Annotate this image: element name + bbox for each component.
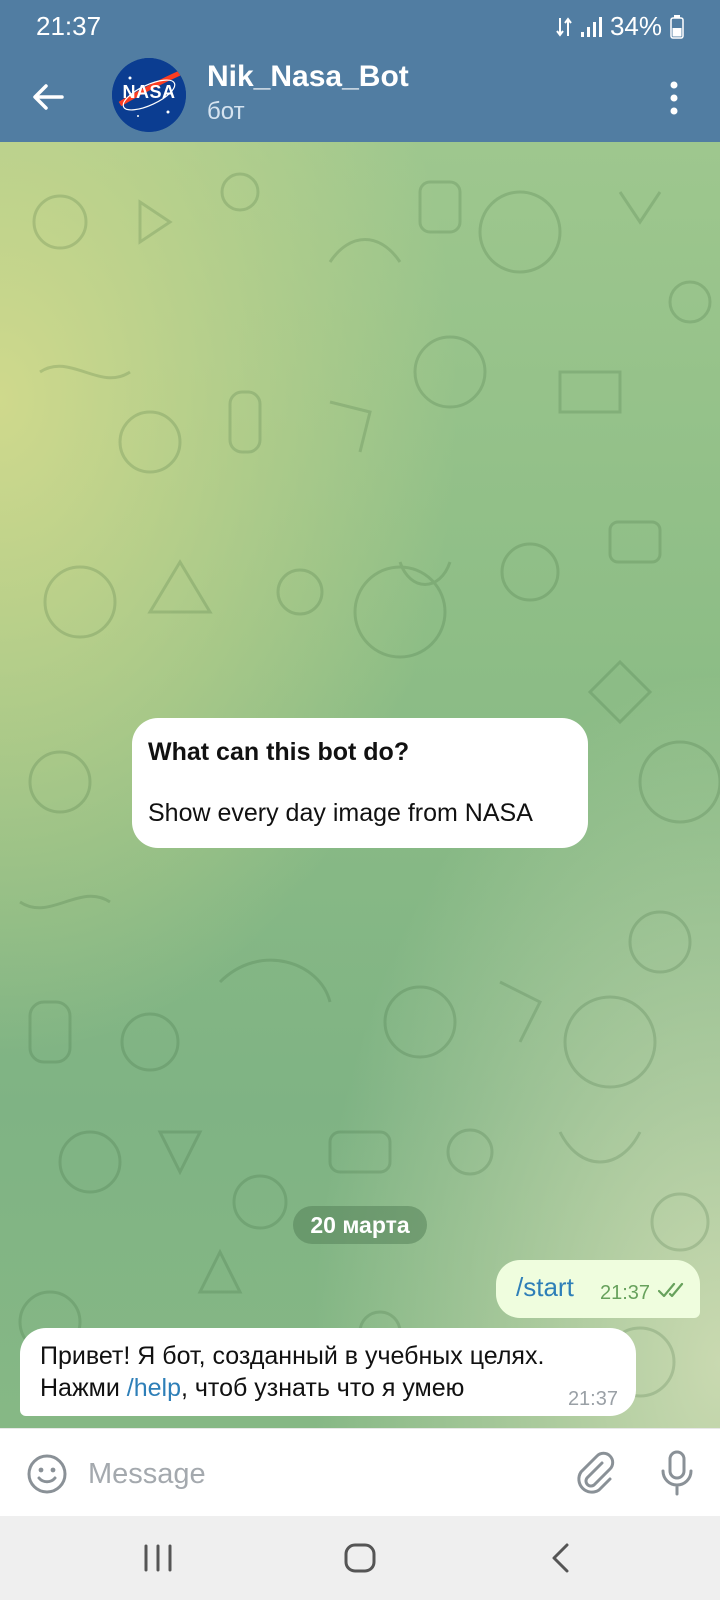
message-time: 21:37 bbox=[567, 1388, 618, 1410]
double-check-icon bbox=[657, 1282, 688, 1303]
message-text-suffix: , чтоб узнать что я умею bbox=[181, 1374, 465, 1402]
bot-description-text: Show every day image from NASA bbox=[148, 799, 533, 827]
signal-icon bbox=[580, 16, 602, 38]
message-text-prefix: Нажми bbox=[40, 1374, 127, 1402]
chat-header: NASA Nik_Nasa_Bot бот bbox=[0, 52, 720, 142]
system-back-button[interactable] bbox=[542, 1538, 582, 1578]
message-input[interactable] bbox=[86, 1447, 550, 1501]
message-text-line-2: Нажми /help, чтоб узнать что я умею bbox=[40, 1374, 464, 1403]
status-bar: 21:37 34% bbox=[0, 0, 720, 52]
message-command-link[interactable]: /start bbox=[516, 1272, 574, 1303]
help-command-link[interactable]: /help bbox=[127, 1374, 181, 1402]
bot-description-title: What can this bot do? bbox=[148, 738, 410, 766]
system-navigation-bar bbox=[0, 1516, 720, 1600]
bot-description-card: What can this bot do? Show every day ima… bbox=[132, 718, 588, 848]
data-transfer-icon bbox=[556, 15, 572, 39]
message-time: 21:37 bbox=[600, 1282, 651, 1304]
voice-message-button[interactable] bbox=[658, 1449, 696, 1497]
battery-icon bbox=[670, 14, 684, 39]
status-time: 21:37 bbox=[36, 11, 102, 41]
bot-avatar[interactable]: NASA bbox=[112, 58, 186, 132]
emoji-button[interactable] bbox=[26, 1453, 68, 1495]
paperclip-icon bbox=[577, 1451, 615, 1494]
message-composer bbox=[0, 1428, 720, 1517]
battery-percent: 34% bbox=[609, 11, 662, 41]
chevron-left-icon bbox=[552, 1543, 569, 1573]
recent-apps-button[interactable] bbox=[138, 1538, 178, 1578]
microphone-icon bbox=[661, 1450, 693, 1496]
back-button[interactable] bbox=[26, 74, 72, 120]
incoming-message[interactable]: Привет! Я бот, созданный в учебных целях… bbox=[20, 1328, 636, 1416]
more-vertical-icon bbox=[670, 81, 678, 115]
recent-apps-icon bbox=[144, 1544, 172, 1572]
outgoing-message[interactable]: /start 21:37 bbox=[496, 1260, 700, 1318]
chat-area[interactable]: What can this bot do? Show every day ima… bbox=[0, 142, 720, 1428]
attach-button[interactable] bbox=[572, 1451, 616, 1495]
avatar-logo-text: NASA bbox=[122, 82, 176, 102]
home-icon bbox=[344, 1543, 376, 1573]
status-indicators: 34% bbox=[556, 11, 684, 42]
chat-title[interactable]: Nik_Nasa_Bot bbox=[207, 60, 409, 94]
date-separator: 20 марта bbox=[293, 1206, 427, 1244]
chat-subtitle: бот bbox=[207, 98, 245, 125]
message-text-line-1: Привет! Я бот, созданный в учебных целях… bbox=[40, 1342, 545, 1370]
arrow-left-icon bbox=[33, 84, 64, 110]
home-button[interactable] bbox=[340, 1538, 380, 1578]
smile-icon bbox=[27, 1454, 67, 1494]
more-menu-button[interactable] bbox=[654, 74, 694, 122]
